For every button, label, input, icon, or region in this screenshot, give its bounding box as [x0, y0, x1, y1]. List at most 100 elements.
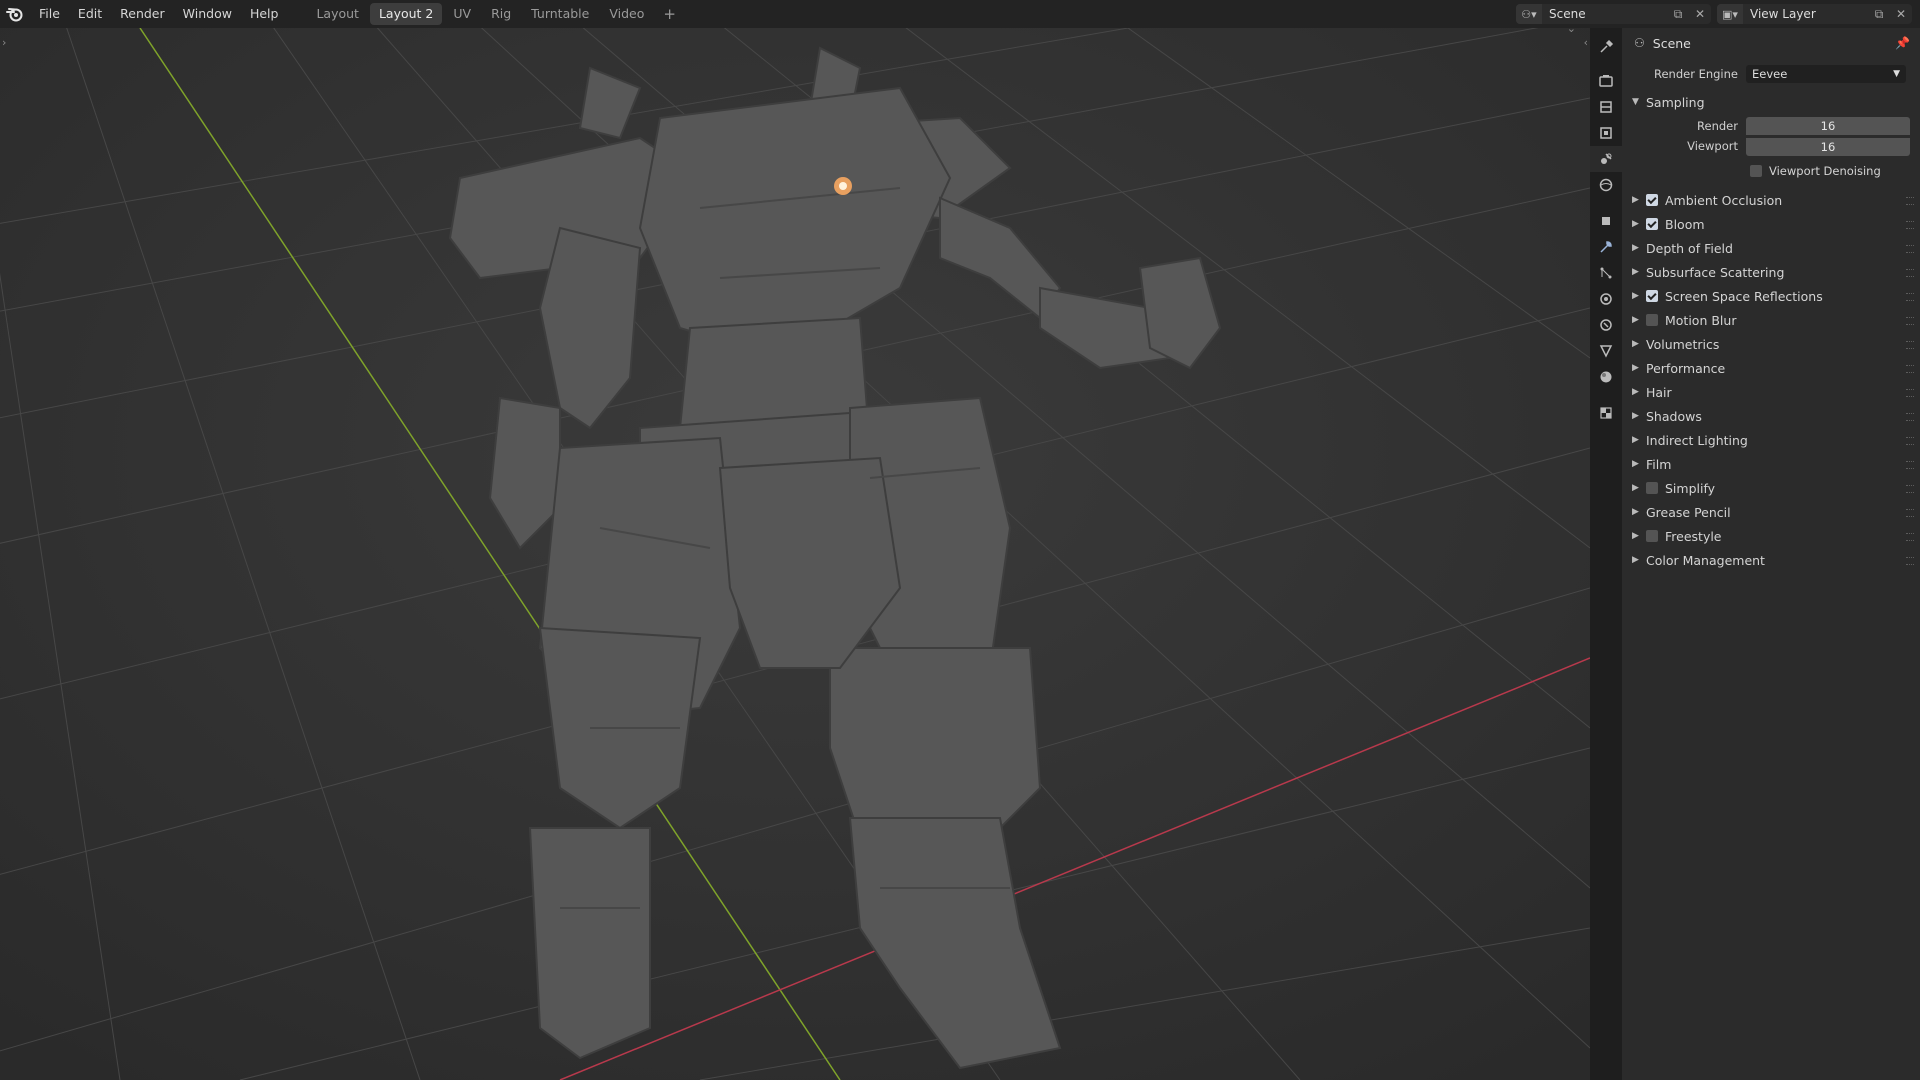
view-layer-selector[interactable]: ▣▾ View Layer ⧉ ✕	[1717, 4, 1912, 24]
collapse-triangle-icon[interactable]: ▶	[1632, 195, 1646, 205]
drag-handle-icon[interactable]	[1906, 245, 1914, 253]
motion-blur-checkbox[interactable]	[1646, 314, 1658, 326]
collapse-triangle-icon[interactable]: ▶	[1632, 339, 1646, 349]
viewport-samples-field[interactable]: 16	[1746, 137, 1910, 156]
collapse-triangle-icon[interactable]: ▶	[1632, 315, 1646, 325]
panel-screen-space-reflections[interactable]: ▶ Screen Space Reflections	[1622, 284, 1920, 308]
drag-handle-icon[interactable]	[1906, 413, 1914, 421]
panel-shadows[interactable]: ▶ Shadows	[1622, 404, 1920, 428]
view-layer-tab-icon[interactable]	[1590, 120, 1622, 146]
viewport-denoising-checkbox[interactable]	[1750, 165, 1762, 177]
drag-handle-icon[interactable]	[1906, 317, 1914, 325]
drag-handle-icon[interactable]	[1906, 365, 1914, 373]
collapse-triangle-icon[interactable]: ▶	[1632, 219, 1646, 229]
expand-triangle-icon[interactable]: ▼	[1632, 97, 1646, 107]
collapse-triangle-icon[interactable]: ▶	[1632, 555, 1646, 565]
panel-freestyle[interactable]: ▶ Freestyle	[1622, 524, 1920, 548]
screen-space-reflections-checkbox[interactable]	[1646, 290, 1658, 302]
physics-tab-icon[interactable]	[1590, 286, 1622, 312]
menu-file[interactable]: File	[30, 0, 69, 28]
drag-handle-icon[interactable]	[1906, 461, 1914, 469]
tab-layout[interactable]: Layout	[307, 3, 368, 25]
panel-bloom[interactable]: ▶ Bloom	[1622, 212, 1920, 236]
material-tab-icon[interactable]	[1590, 364, 1622, 390]
menu-help[interactable]: Help	[241, 0, 288, 28]
tab-turntable[interactable]: Turntable	[522, 3, 598, 25]
drag-handle-icon[interactable]	[1906, 389, 1914, 397]
drag-handle-icon[interactable]	[1906, 197, 1914, 205]
collapse-triangle-icon[interactable]: ▶	[1632, 459, 1646, 469]
panel-performance[interactable]: ▶ Performance	[1622, 356, 1920, 380]
collapse-triangle-icon[interactable]: ▶	[1632, 291, 1646, 301]
panel-depth-of-field[interactable]: ▶ Depth of Field	[1622, 236, 1920, 260]
new-scene-icon[interactable]: ⧉	[1667, 7, 1689, 22]
collapse-triangle-icon[interactable]: ▶	[1632, 531, 1646, 541]
render-samples-field[interactable]: 16	[1746, 117, 1910, 135]
viewport-collapse-arrow-right-icon[interactable]: ‹	[1584, 36, 1588, 49]
menu-render[interactable]: Render	[111, 0, 174, 28]
scene-selector[interactable]: ⚇▾ Scene ⧉ ✕	[1516, 4, 1711, 24]
panel-indirect-lighting[interactable]: ▶ Indirect Lighting	[1622, 428, 1920, 452]
particles-tab-icon[interactable]	[1590, 260, 1622, 286]
drag-handle-icon[interactable]	[1906, 437, 1914, 445]
new-view-layer-icon[interactable]: ⧉	[1868, 7, 1890, 22]
collapse-triangle-icon[interactable]: ▶	[1632, 363, 1646, 373]
bloom-checkbox[interactable]	[1646, 218, 1658, 230]
drag-handle-icon[interactable]	[1906, 485, 1914, 493]
collapse-triangle-icon[interactable]: ▶	[1632, 435, 1646, 445]
modifier-tab-icon[interactable]	[1590, 234, 1622, 260]
scene-tab-icon[interactable]	[1590, 146, 1622, 172]
drag-handle-icon[interactable]	[1906, 557, 1914, 565]
panel-motion-blur[interactable]: ▶ Motion Blur	[1622, 308, 1920, 332]
view-layer-name-field[interactable]: View Layer	[1743, 4, 1868, 24]
drag-handle-icon[interactable]	[1906, 533, 1914, 541]
collapse-triangle-icon[interactable]: ▶	[1632, 243, 1646, 253]
render-engine-dropdown[interactable]: Eevee ▼	[1746, 65, 1906, 83]
collapse-triangle-icon[interactable]: ▶	[1632, 411, 1646, 421]
panel-ambient-occlusion[interactable]: ▶ Ambient Occlusion	[1622, 188, 1920, 212]
collapse-triangle-icon[interactable]: ▶	[1632, 483, 1646, 493]
delete-scene-icon[interactable]: ✕	[1689, 7, 1711, 21]
freestyle-checkbox[interactable]	[1646, 530, 1658, 542]
pin-icon[interactable]: 📌	[1895, 36, 1910, 50]
tab-rig[interactable]: Rig	[482, 3, 520, 25]
data-tab-icon[interactable]	[1590, 338, 1622, 364]
panel-subsurface-scattering[interactable]: ▶ Subsurface Scattering	[1622, 260, 1920, 284]
object-tab-icon[interactable]	[1590, 208, 1622, 234]
scene-name-field[interactable]: Scene	[1542, 4, 1667, 24]
collapse-triangle-icon[interactable]: ▶	[1632, 387, 1646, 397]
texture-tab-icon[interactable]	[1590, 400, 1622, 426]
scene-icon[interactable]: ⚇▾	[1516, 4, 1542, 24]
tool-tab-icon[interactable]	[1590, 34, 1622, 60]
delete-view-layer-icon[interactable]: ✕	[1890, 7, 1912, 21]
panel-simplify[interactable]: ▶ Simplify	[1622, 476, 1920, 500]
simplify-checkbox[interactable]	[1646, 482, 1658, 494]
drag-handle-icon[interactable]	[1906, 293, 1914, 301]
output-tab-icon[interactable]	[1590, 94, 1622, 120]
viewport-header-toggle-icon[interactable]: ⌄	[1567, 28, 1576, 35]
tab-uv[interactable]: UV	[444, 3, 480, 25]
world-tab-icon[interactable]	[1590, 172, 1622, 198]
render-tab-icon[interactable]	[1590, 68, 1622, 94]
panel-volumetrics[interactable]: ▶ Volumetrics	[1622, 332, 1920, 356]
viewport-collapse-arrow-left-icon[interactable]: ›	[2, 36, 6, 49]
drag-handle-icon[interactable]	[1906, 269, 1914, 277]
add-workspace-button[interactable]: +	[655, 5, 684, 23]
ambient-occlusion-checkbox[interactable]	[1646, 194, 1658, 206]
menu-edit[interactable]: Edit	[69, 0, 111, 28]
tab-video[interactable]: Video	[600, 3, 653, 25]
sampling-panel-header[interactable]: ▼ Sampling	[1622, 90, 1920, 114]
panel-grease-pencil[interactable]: ▶ Grease Pencil	[1622, 500, 1920, 524]
view-layer-icon[interactable]: ▣▾	[1717, 4, 1743, 24]
tab-layout-2[interactable]: Layout 2	[369, 3, 443, 25]
panel-hair[interactable]: ▶ Hair	[1622, 380, 1920, 404]
drag-handle-icon[interactable]	[1906, 509, 1914, 517]
panel-film[interactable]: ▶ Film	[1622, 452, 1920, 476]
collapse-triangle-icon[interactable]: ▶	[1632, 267, 1646, 277]
drag-handle-icon[interactable]	[1906, 341, 1914, 349]
menu-window[interactable]: Window	[174, 0, 241, 28]
blender-logo-icon[interactable]	[0, 0, 30, 28]
3d-viewport[interactable]: › ‹ ⌄	[0, 28, 1590, 1080]
drag-handle-icon[interactable]	[1906, 221, 1914, 229]
panel-color-management[interactable]: ▶ Color Management	[1622, 548, 1920, 572]
